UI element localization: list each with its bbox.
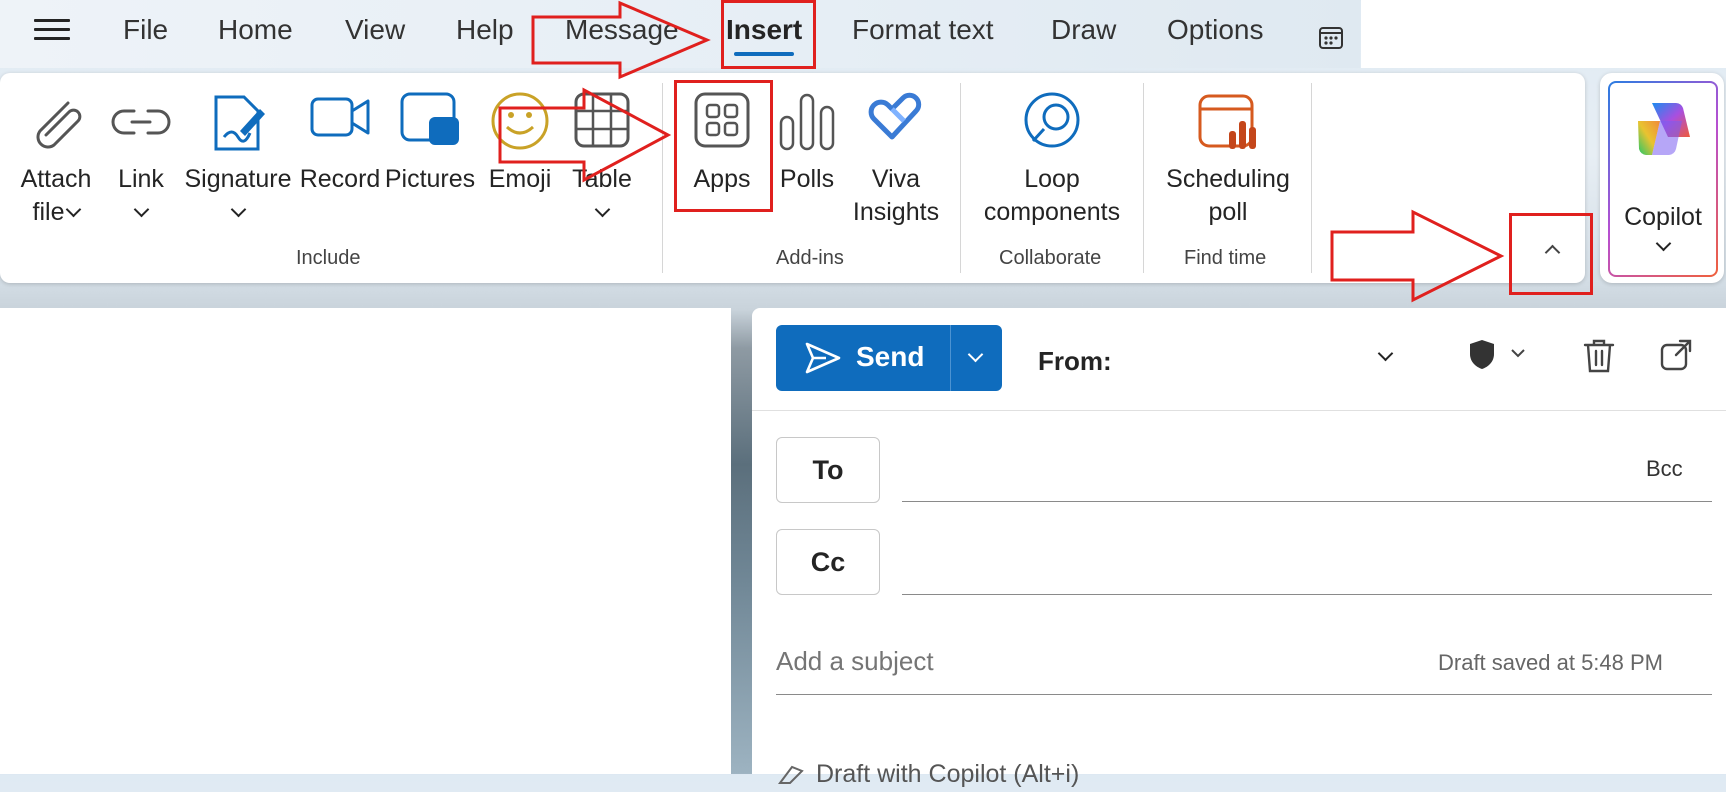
send-icon	[804, 341, 842, 380]
polls-label: Polls	[779, 165, 835, 193]
send-label: Send	[856, 341, 925, 372]
group-separator	[1311, 83, 1312, 273]
group-separator	[662, 83, 663, 273]
draft-with-copilot-hint[interactable]: Draft with Copilot (Alt+i)	[776, 760, 1079, 789]
discard-button[interactable]	[1582, 338, 1622, 378]
group-separator	[960, 83, 961, 273]
loop-icon	[1021, 91, 1083, 158]
tab-insert[interactable]: Insert	[726, 14, 802, 56]
tab-draw[interactable]: Draw	[1051, 14, 1116, 46]
draft-status: Draft saved at 5:48 PM	[1438, 650, 1663, 675]
trash-icon	[1583, 339, 1615, 373]
loop-label-1: Loop	[1024, 165, 1080, 193]
shield-icon	[1470, 340, 1525, 369]
attach-file-label-1: Attach	[20, 165, 92, 193]
emoji-label: Emoji	[488, 165, 552, 193]
bcc-button[interactable]: Bcc	[1646, 456, 1683, 482]
group-separator	[1143, 83, 1144, 273]
message-list-pane	[0, 308, 731, 774]
group-label-add-ins: Add-ins	[776, 247, 844, 269]
table-icon	[573, 91, 631, 154]
emoji-icon	[490, 91, 550, 156]
chevron-down-icon	[594, 201, 610, 218]
scheduling-poll-button[interactable]: Scheduling poll	[1166, 73, 1290, 243]
pictures-label: Pictures	[384, 165, 476, 193]
send-button[interactable]: Send	[776, 325, 951, 391]
chevron-down-icon	[230, 201, 246, 218]
apps-grid-icon	[693, 91, 751, 154]
header-divider	[752, 410, 1726, 411]
viva-insights-icon	[866, 91, 926, 156]
chevron-down-icon	[1655, 235, 1671, 252]
chevron-down-icon	[967, 346, 984, 363]
chevron-down-icon	[1377, 345, 1394, 362]
tab-file[interactable]: File	[123, 14, 168, 46]
signature-button[interactable]: Signature	[184, 73, 292, 243]
copilot-button[interactable]: Copilot	[1608, 81, 1718, 277]
signature-icon	[210, 91, 266, 160]
group-label-include: Include	[296, 247, 361, 269]
copilot-draft-icon	[776, 763, 806, 785]
cc-field[interactable]	[902, 594, 1712, 595]
send-options-dropdown[interactable]	[951, 325, 1002, 391]
title-bar-blank-area	[1361, 0, 1726, 68]
pictures-button[interactable]: Pictures	[384, 73, 476, 243]
table-button[interactable]: Table	[566, 73, 638, 243]
chevron-down-icon	[133, 201, 149, 218]
copilot-label: Copilot	[1624, 203, 1702, 231]
scheduling-poll-icon	[1197, 91, 1259, 158]
viva-label-1: Viva	[871, 165, 921, 193]
menu-bar	[0, 0, 1360, 68]
apps-label: Apps	[693, 165, 751, 193]
apps-button[interactable]: Apps	[684, 73, 760, 243]
viva-insights-button[interactable]: Viva Insights	[852, 73, 940, 243]
scheduling-label-2: poll	[1208, 198, 1248, 226]
sensitivity-button[interactable]	[1468, 334, 1528, 378]
copilot-icon	[1632, 97, 1696, 166]
tab-view[interactable]: View	[345, 14, 405, 46]
cc-button[interactable]: Cc	[776, 529, 880, 595]
ribbon-insert: Attach file Link Signature Record Pictur…	[0, 73, 1585, 283]
collapse-ribbon-button[interactable]	[1511, 213, 1593, 287]
loop-label-2: components	[983, 198, 1121, 226]
loop-components-button[interactable]: Loop components	[984, 73, 1120, 243]
tab-message[interactable]: Message	[565, 14, 679, 46]
from-label: From:	[1038, 346, 1112, 376]
group-label-collaborate: Collaborate	[999, 247, 1102, 269]
chevron-down-icon	[66, 201, 82, 218]
signature-label: Signature	[184, 165, 292, 193]
calendar-icon[interactable]	[1318, 24, 1344, 55]
pop-out-button[interactable]	[1659, 338, 1699, 378]
hamburger-menu-icon[interactable]	[34, 14, 70, 44]
link-label: Link	[118, 165, 164, 193]
to-field[interactable]	[902, 501, 1712, 502]
video-icon	[309, 91, 371, 148]
send-split-button: Send	[776, 325, 1002, 391]
link-icon	[110, 91, 172, 158]
tab-format-text[interactable]: Format text	[852, 14, 994, 46]
polls-button[interactable]: Polls	[770, 73, 844, 243]
record-button[interactable]: Record	[300, 73, 380, 243]
copilot-hint-text: Draft with Copilot (Alt+i)	[816, 760, 1080, 788]
polls-icon	[777, 91, 837, 156]
tab-options[interactable]: Options	[1167, 14, 1264, 46]
subject-underline	[776, 694, 1712, 695]
attach-file-label-2: file	[32, 198, 65, 226]
from-dropdown[interactable]	[1366, 338, 1406, 378]
group-label-find-time: Find time	[1184, 247, 1267, 269]
copilot-card: Copilot	[1600, 73, 1724, 283]
viva-label-2: Insights	[852, 198, 940, 226]
compose-pane: Send From: To Bcc Cc Draft saved at 5:48…	[752, 308, 1726, 788]
pop-out-icon	[1660, 339, 1692, 371]
table-label: Table	[572, 165, 632, 193]
tab-home[interactable]: Home	[218, 14, 293, 46]
scheduling-label-1: Scheduling	[1166, 165, 1290, 193]
chevron-up-icon	[1544, 244, 1561, 261]
pictures-icon	[399, 91, 461, 152]
to-button[interactable]: To	[776, 437, 880, 503]
paperclip-icon	[24, 91, 88, 164]
tab-help[interactable]: Help	[456, 14, 514, 46]
